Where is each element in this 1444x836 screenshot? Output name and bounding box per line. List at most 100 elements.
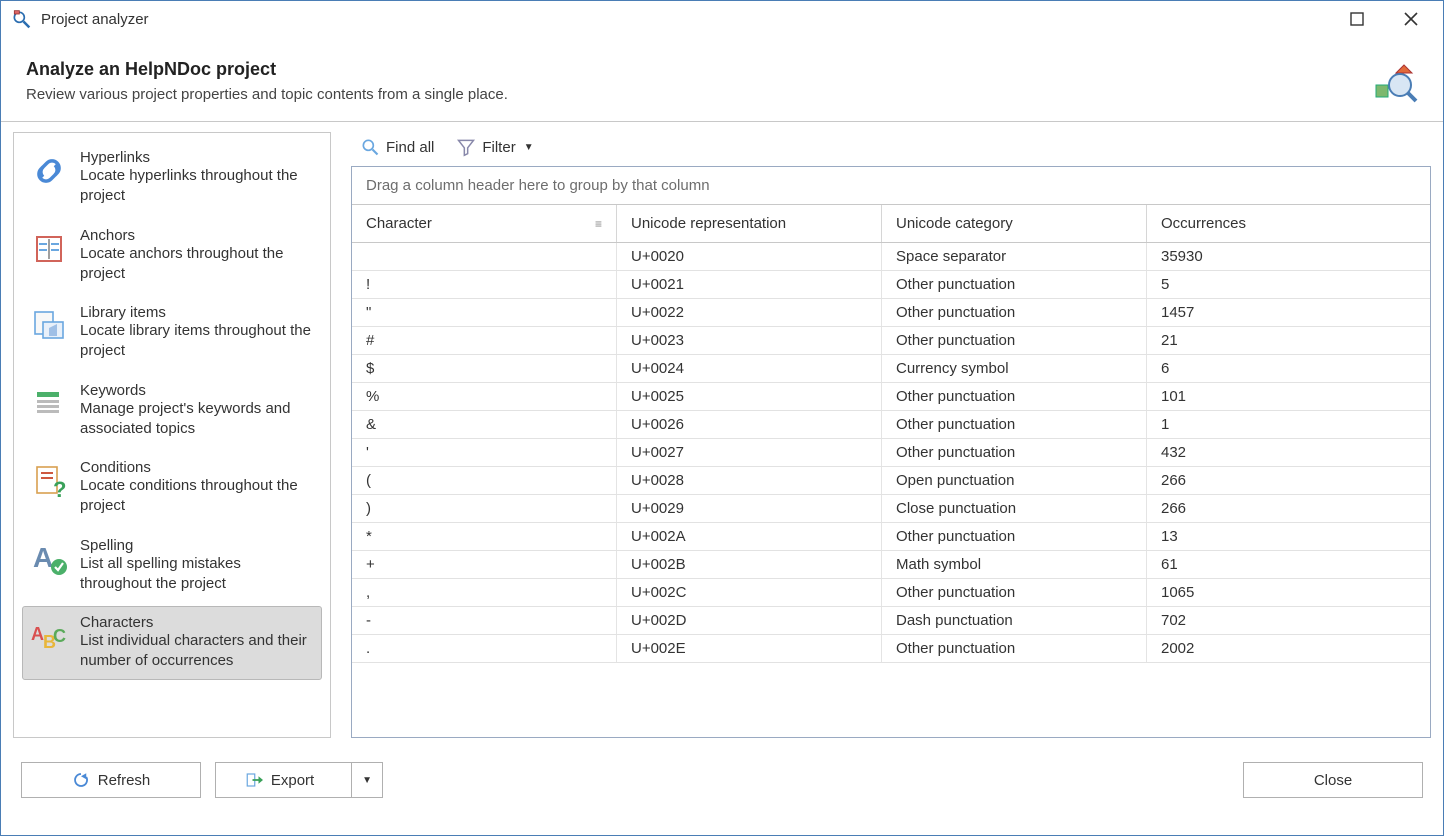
export-button[interactable]: Export ▼	[215, 762, 383, 798]
grid-body[interactable]: U+0020Space separator35930!U+0021Other p…	[352, 243, 1430, 737]
column-header-occurrences[interactable]: Occurrences	[1147, 205, 1430, 242]
cell-occ: 266	[1147, 467, 1430, 494]
page-title: Analyze an HelpNDoc project	[26, 59, 508, 80]
cell-occ: 21	[1147, 327, 1430, 354]
sidebar-item-characters[interactable]: ABC Characters List individual character…	[22, 606, 322, 680]
page-subtitle: Review various project properties and to…	[26, 86, 508, 103]
keywords-icon	[28, 382, 70, 440]
sidebar-item-conditions[interactable]: ? Conditions Locate conditions throughou…	[22, 451, 322, 525]
cell-cat: Dash punctuation	[882, 607, 1147, 634]
cell-occ: 6	[1147, 355, 1430, 382]
svg-text:C: C	[53, 626, 66, 646]
cell-occ: 61	[1147, 551, 1430, 578]
cell-uni: U+0024	[617, 355, 882, 382]
cell-char: -	[352, 607, 617, 634]
library-icon	[28, 304, 70, 362]
svg-text:?: ?	[53, 477, 66, 499]
table-row[interactable]: "U+0022Other punctuation1457	[352, 299, 1430, 327]
export-label: Export	[271, 772, 314, 789]
column-header-unicode[interactable]: Unicode representation	[617, 205, 882, 242]
chevron-down-icon: ▼	[362, 775, 372, 786]
table-row[interactable]: (U+0028Open punctuation266	[352, 467, 1430, 495]
cell-cat: Space separator	[882, 243, 1147, 270]
find-all-button[interactable]: Find all	[351, 132, 443, 162]
sidebar-item-library[interactable]: Library items Locate library items throu…	[22, 296, 322, 370]
refresh-button[interactable]: Refresh	[21, 762, 201, 798]
table-row[interactable]: .U+002EOther punctuation2002	[352, 635, 1430, 663]
conditions-icon: ?	[28, 459, 70, 517]
grid-header: Character ≡ Unicode representation Unico…	[352, 205, 1430, 243]
close-button[interactable]	[1399, 7, 1423, 31]
sidebar-item-desc: Locate anchors throughout the project	[80, 244, 316, 285]
spelling-icon: A	[28, 537, 70, 595]
table-row[interactable]: +U+002BMath symbol61	[352, 551, 1430, 579]
filter-label: Filter	[482, 139, 515, 156]
cell-char: &	[352, 411, 617, 438]
filter-icon[interactable]: ≡	[595, 217, 602, 231]
close-dialog-button[interactable]: Close	[1243, 762, 1423, 798]
table-row[interactable]: %U+0025Other punctuation101	[352, 383, 1430, 411]
cell-occ: 5	[1147, 271, 1430, 298]
funnel-icon	[456, 137, 476, 157]
cell-uni: U+0029	[617, 495, 882, 522]
column-header-category[interactable]: Unicode category	[882, 205, 1147, 242]
cell-char: "	[352, 299, 617, 326]
table-row[interactable]: U+0020Space separator35930	[352, 243, 1430, 271]
close-label: Close	[1314, 772, 1352, 789]
cell-char: )	[352, 495, 617, 522]
dialog-footer: Refresh Export ▼ Close	[1, 750, 1443, 810]
sidebar-item-anchors[interactable]: Anchors Locate anchors throughout the pr…	[22, 219, 322, 293]
cell-char: $	[352, 355, 617, 382]
cell-occ: 702	[1147, 607, 1430, 634]
table-row[interactable]: )U+0029Close punctuation266	[352, 495, 1430, 523]
sidebar-item-keywords[interactable]: Keywords Manage project's keywords and a…	[22, 374, 322, 448]
refresh-label: Refresh	[98, 772, 151, 789]
sidebar-item-spelling[interactable]: A Spelling List all spelling mistakes th…	[22, 529, 322, 603]
sidebar-item-desc: Manage project's keywords and associated…	[80, 399, 316, 440]
cell-cat: Math symbol	[882, 551, 1147, 578]
window-title: Project analyzer	[41, 11, 1345, 28]
column-header-character[interactable]: Character ≡	[352, 205, 617, 242]
sidebar-item-hyperlinks[interactable]: Hyperlinks Locate hyperlinks throughout …	[22, 141, 322, 215]
cell-cat: Other punctuation	[882, 635, 1147, 662]
cell-uni: U+002D	[617, 607, 882, 634]
filter-button[interactable]: Filter ▼	[447, 132, 542, 162]
cell-cat: Currency symbol	[882, 355, 1147, 382]
anchor-icon	[28, 227, 70, 285]
sidebar-item-label: Hyperlinks	[80, 149, 316, 166]
cell-uni: U+002B	[617, 551, 882, 578]
cell-cat: Close punctuation	[882, 495, 1147, 522]
table-row[interactable]: #U+0023Other punctuation21	[352, 327, 1430, 355]
maximize-button[interactable]	[1345, 7, 1369, 31]
export-dropdown[interactable]: ▼	[351, 763, 382, 797]
sidebar-item-label: Keywords	[80, 382, 316, 399]
cell-cat: Open punctuation	[882, 467, 1147, 494]
search-icon	[360, 137, 380, 157]
table-row[interactable]: 'U+0027Other punctuation432	[352, 439, 1430, 467]
cell-occ: 1	[1147, 411, 1430, 438]
cell-occ: 2002	[1147, 635, 1430, 662]
cell-uni: U+002C	[617, 579, 882, 606]
table-row[interactable]: ,U+002COther punctuation1065	[352, 579, 1430, 607]
hyperlink-icon	[28, 149, 70, 207]
svg-text:A: A	[33, 542, 53, 573]
cell-cat: Other punctuation	[882, 327, 1147, 354]
table-row[interactable]: $U+0024Currency symbol6	[352, 355, 1430, 383]
table-row[interactable]: &U+0026Other punctuation1	[352, 411, 1430, 439]
sidebar-item-desc: List all spelling mistakes throughout th…	[80, 554, 316, 595]
sidebar-item-desc: Locate hyperlinks throughout the project	[80, 166, 316, 207]
sidebar-item-label: Library items	[80, 304, 316, 321]
sidebar-item-label: Anchors	[80, 227, 316, 244]
cell-cat: Other punctuation	[882, 299, 1147, 326]
table-row[interactable]: -U+002DDash punctuation702	[352, 607, 1430, 635]
cell-char: .	[352, 635, 617, 662]
cell-occ: 1065	[1147, 579, 1430, 606]
dialog-header: Analyze an HelpNDoc project Review vario…	[1, 37, 1443, 122]
sidebar-item-desc: Locate conditions throughout the project	[80, 476, 316, 517]
table-row[interactable]: *U+002AOther punctuation13	[352, 523, 1430, 551]
app-icon	[11, 9, 31, 29]
cell-char: '	[352, 439, 617, 466]
cell-uni: U+0028	[617, 467, 882, 494]
table-row[interactable]: !U+0021Other punctuation5	[352, 271, 1430, 299]
group-by-hint[interactable]: Drag a column header here to group by th…	[352, 167, 1430, 205]
